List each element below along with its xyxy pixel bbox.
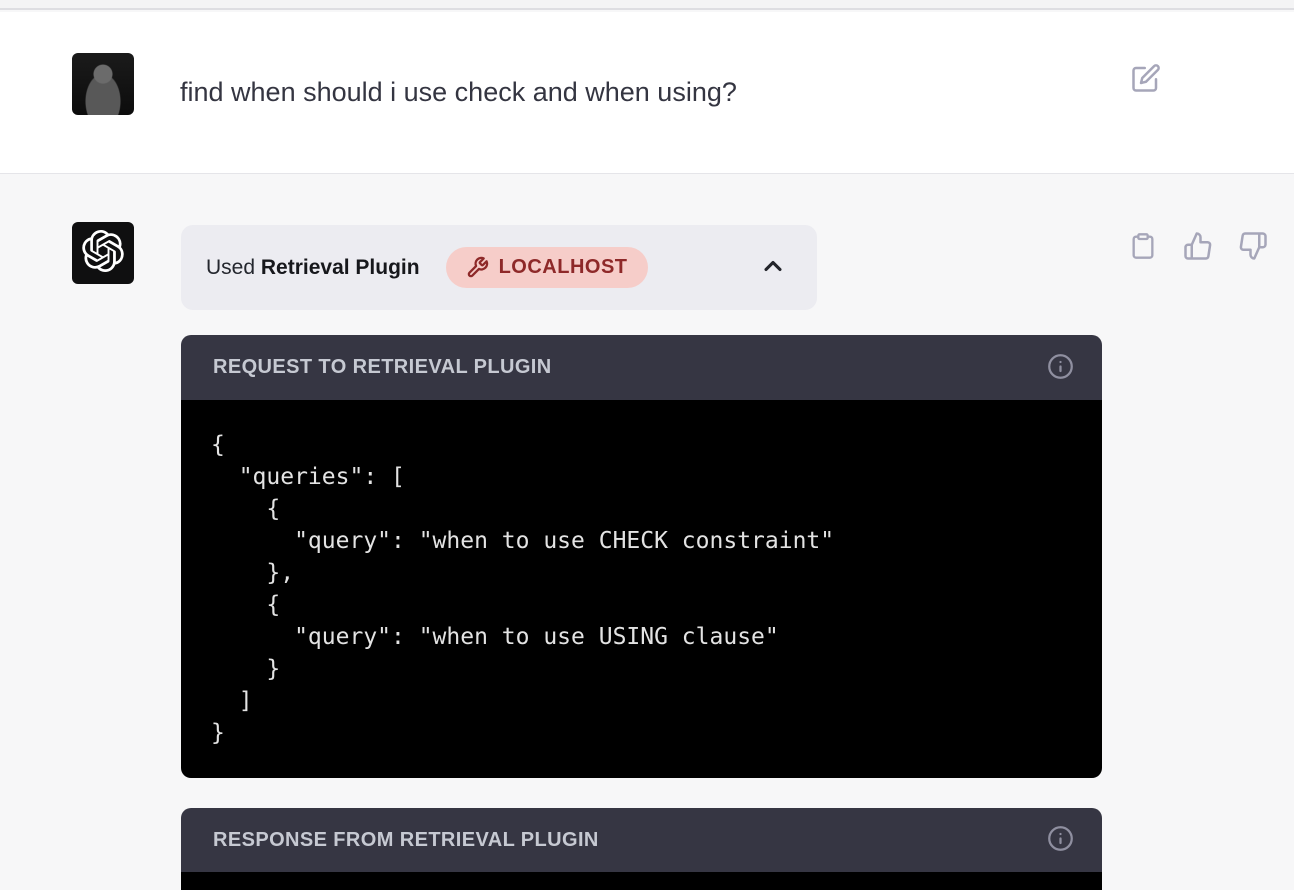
wrench-icon [466, 256, 489, 279]
response-panel-header: RESPONSE FROM RETRIEVAL PLUGIN [181, 808, 1102, 872]
info-circle-icon [1047, 825, 1074, 855]
thumbs-down-icon [1238, 231, 1268, 264]
thumbs-up-button[interactable] [1183, 230, 1213, 264]
message-actions [1128, 230, 1268, 264]
localhost-badge: LOCALHOST [446, 247, 648, 288]
copy-button[interactable] [1128, 230, 1158, 264]
previous-message-edge [0, 0, 1294, 10]
edit-pencil-square-icon [1131, 63, 1161, 96]
collapse-button[interactable] [759, 252, 787, 283]
chevron-up-icon [759, 252, 787, 283]
localhost-badge-label: LOCALHOST [499, 256, 628, 279]
request-json: { "queries": [ { "query": "when to use C… [211, 429, 1072, 749]
user-avatar [72, 53, 134, 115]
thumbs-down-button[interactable] [1238, 230, 1268, 264]
edit-message-button[interactable] [1129, 62, 1163, 96]
assistant-avatar [72, 222, 134, 284]
openai-logo-icon [82, 230, 124, 277]
thumbs-up-icon [1183, 231, 1213, 264]
clipboard-icon [1129, 232, 1157, 263]
chat-page: { "user_message": { "text": "find when s… [0, 0, 1294, 890]
user-message-text: find when should i use check and when us… [180, 75, 737, 109]
info-circle-icon [1047, 353, 1074, 383]
plugin-used-label: Used [206, 256, 261, 280]
request-code-block[interactable]: { "queries": [ { "query": "when to use C… [181, 400, 1102, 778]
request-panel-header: REQUEST TO RETRIEVAL PLUGIN [181, 335, 1102, 400]
response-code-block[interactable] [181, 872, 1102, 890]
user-message-row: find when should i use check and when us… [0, 12, 1294, 174]
assistant-message-row: Used Retrieval Plugin LOCALHOST [0, 175, 1294, 890]
request-panel-title: REQUEST TO RETRIEVAL PLUGIN [213, 356, 552, 379]
plugin-name: Retrieval Plugin [261, 256, 420, 280]
request-panel: REQUEST TO RETRIEVAL PLUGIN { "queries":… [181, 335, 1102, 778]
plugin-usage-toggle[interactable]: Used Retrieval Plugin LOCALHOST [181, 225, 817, 310]
response-info-button[interactable] [1047, 825, 1074, 855]
request-info-button[interactable] [1047, 353, 1074, 383]
response-panel-title: RESPONSE FROM RETRIEVAL PLUGIN [213, 829, 599, 852]
response-panel: RESPONSE FROM RETRIEVAL PLUGIN [181, 808, 1102, 890]
